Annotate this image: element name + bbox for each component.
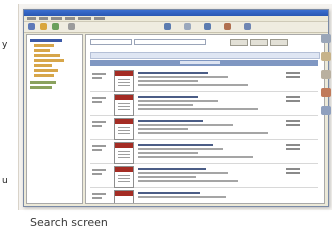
result-row[interactable] xyxy=(90,69,318,92)
toolbar-button[interactable] xyxy=(184,23,191,30)
result-row[interactable] xyxy=(90,165,318,188)
left-margin: y u xyxy=(0,0,16,210)
tree-item[interactable] xyxy=(34,64,52,67)
results-header xyxy=(90,60,318,66)
tree-item[interactable] xyxy=(34,49,50,52)
toolbar-button[interactable] xyxy=(204,23,211,30)
result-row[interactable] xyxy=(90,189,318,203)
menu-item[interactable] xyxy=(94,17,105,20)
margin-letter: y xyxy=(2,40,8,50)
search-field[interactable] xyxy=(134,39,206,45)
side-icon[interactable] xyxy=(321,106,331,115)
side-icon[interactable] xyxy=(321,34,331,43)
side-icon[interactable] xyxy=(321,52,331,61)
margin-letter: u xyxy=(2,176,8,186)
toolbar-button[interactable] xyxy=(164,23,171,30)
tree-item[interactable] xyxy=(30,39,62,42)
folder-tree-pane xyxy=(26,34,83,204)
caption: Search screen xyxy=(30,216,108,229)
document-thumbnail xyxy=(114,70,134,92)
tree-item[interactable] xyxy=(34,74,54,77)
result-row[interactable] xyxy=(90,117,318,140)
tree-item[interactable] xyxy=(34,69,58,72)
tree-item[interactable] xyxy=(34,59,64,62)
tree-item[interactable] xyxy=(34,54,60,57)
document-thumbnail xyxy=(114,190,134,203)
result-row[interactable] xyxy=(90,141,318,164)
options-button[interactable] xyxy=(250,39,268,46)
tree-item[interactable] xyxy=(30,86,52,89)
tree-item[interactable] xyxy=(30,81,56,84)
tree-item[interactable] xyxy=(34,44,54,47)
toolbar-button[interactable] xyxy=(40,23,47,30)
menu-item[interactable] xyxy=(27,17,36,20)
toolbar-button[interactable] xyxy=(68,23,75,30)
menu-item[interactable] xyxy=(78,17,91,20)
menu-item[interactable] xyxy=(51,17,62,20)
search-input[interactable] xyxy=(90,39,132,45)
document-thumbnail xyxy=(114,142,134,164)
toolbar-button[interactable] xyxy=(28,23,35,30)
search-button[interactable] xyxy=(230,39,248,46)
toolbar-button[interactable] xyxy=(224,23,231,30)
filter-bar[interactable] xyxy=(90,52,320,59)
search-bar-row xyxy=(90,38,318,48)
search-results-pane xyxy=(85,34,325,204)
side-icon[interactable] xyxy=(321,88,331,97)
document-thumbnail xyxy=(114,118,134,140)
result-row[interactable] xyxy=(90,93,318,116)
right-icon-strip xyxy=(320,30,332,200)
toolbar-button[interactable] xyxy=(52,23,59,30)
clear-button[interactable] xyxy=(270,39,288,46)
toolbar-button[interactable] xyxy=(244,23,251,30)
side-icon[interactable] xyxy=(321,70,331,79)
document-thumbnail xyxy=(114,94,134,116)
application-window xyxy=(23,9,329,207)
screenshot-photo: y u xyxy=(0,0,332,240)
menu-item[interactable] xyxy=(39,17,48,20)
toolbar xyxy=(24,22,328,33)
menu-item[interactable] xyxy=(65,17,75,20)
document-thumbnail xyxy=(114,166,134,188)
